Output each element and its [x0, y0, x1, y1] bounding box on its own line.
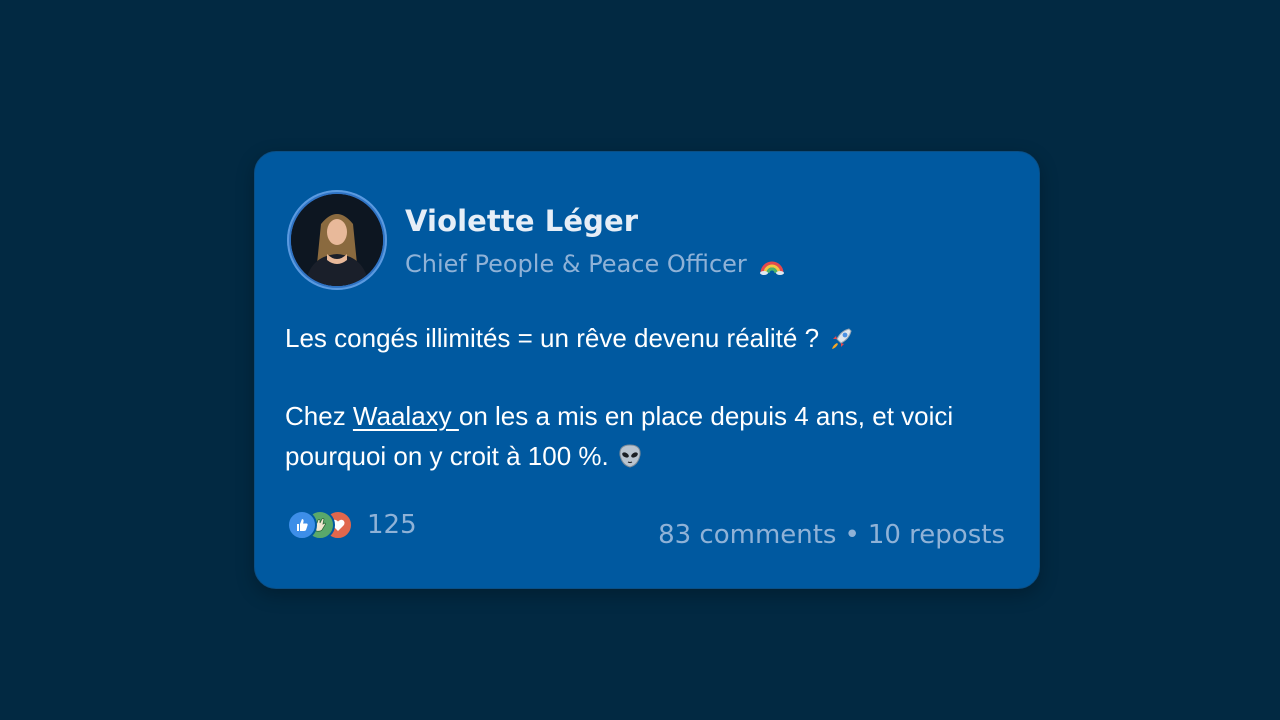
author-title: Chief People & Peace Officer	[405, 250, 747, 278]
post-headline: Les congés illimités = un rêve devenu ré…	[285, 323, 820, 353]
post-text-prefix: Chez	[285, 401, 353, 431]
post-line-2: Chez Waalaxy on les a mis en place depui…	[285, 396, 1015, 476]
reposts-count[interactable]: 10 reposts	[868, 520, 1005, 550]
comments-count[interactable]: 83 comments	[658, 520, 836, 550]
post-card: Violette Léger Chief People & Peace Offi…	[254, 151, 1040, 589]
post-line-1: Les congés illimités = un rêve devenu ré…	[285, 318, 1015, 358]
author-name[interactable]: Violette Léger	[405, 204, 638, 238]
stats-separator: •	[844, 520, 860, 550]
post-stats: 83 comments • 10 reposts	[658, 520, 1005, 550]
reaction-count: 125	[367, 510, 417, 540]
rocket-icon	[827, 324, 855, 352]
author-headline: Chief People & Peace Officer	[405, 250, 785, 278]
rainbow-icon	[759, 253, 785, 275]
page-background: Violette Léger Chief People & Peace Offi…	[0, 0, 1280, 720]
company-link[interactable]: Waalaxy	[353, 401, 459, 431]
avatar-photo	[291, 194, 383, 286]
like-icon	[287, 510, 317, 540]
avatar[interactable]	[287, 190, 387, 290]
reactions[interactable]: 125	[287, 510, 417, 540]
post-body: Les congés illimités = un rêve devenu ré…	[285, 318, 1015, 476]
alien-icon	[616, 441, 644, 469]
